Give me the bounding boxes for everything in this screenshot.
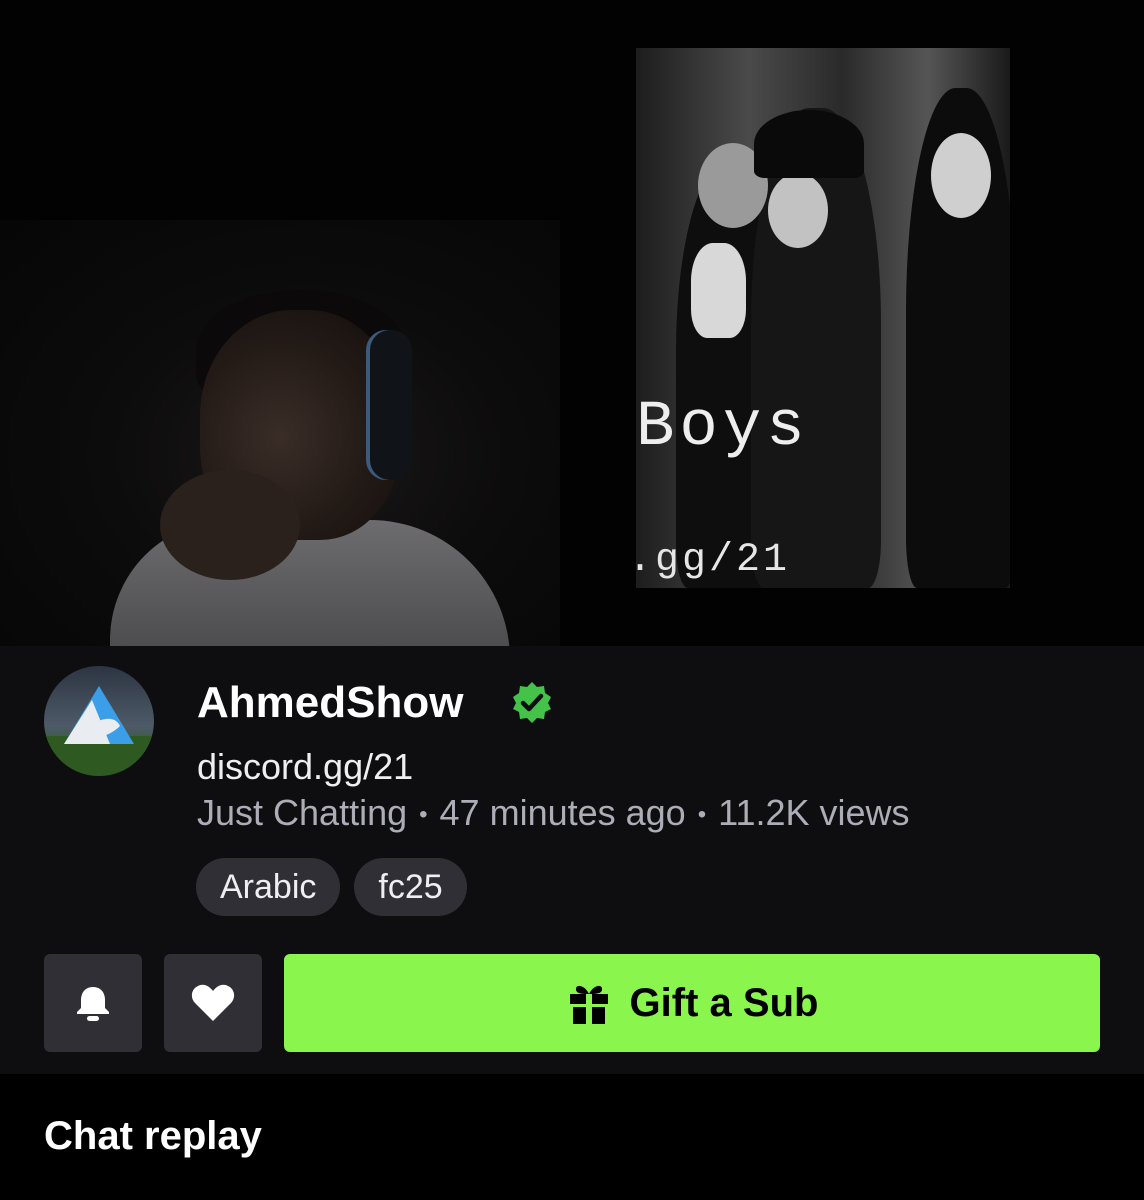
chat-replay-heading: Chat replay <box>44 1114 262 1158</box>
video-player[interactable]: Boys .gg/21 <box>0 0 1144 646</box>
stream-title: discord.gg/21 <box>197 746 414 787</box>
tag-list: Arabic fc25 <box>196 858 467 916</box>
meta-separator: • <box>697 801 707 829</box>
gift-a-sub-button[interactable]: Gift a Sub <box>284 954 1100 1052</box>
view-count: 11.2K views <box>718 792 910 833</box>
channel-avatar[interactable] <box>44 666 154 776</box>
gift-a-sub-label: Gift a Sub <box>629 980 819 1025</box>
tag-arabic[interactable]: Arabic <box>196 858 341 916</box>
channel-name[interactable]: AhmedShow <box>197 678 463 728</box>
stream-metadata: Just Chatting • 47 minutes ago • 11.2K views <box>197 792 910 834</box>
heart-icon <box>191 984 235 1021</box>
stream-time-ago: 47 minutes ago <box>439 792 686 833</box>
category-link[interactable]: Just Chatting <box>197 792 407 833</box>
overlay-link-text: .gg/21 <box>628 538 791 583</box>
channel-logo-icon <box>44 686 154 776</box>
chat-replay-section: Chat replay <box>44 1074 1100 1200</box>
tag-fc25[interactable]: fc25 <box>354 858 467 916</box>
verified-badge-icon <box>510 680 554 724</box>
stream-info-section: AhmedShow discord.gg/21 Just Chatting • 47… <box>0 646 1144 1074</box>
overlay-title-text: Boys <box>636 392 810 464</box>
meta-separator: • <box>419 801 428 829</box>
follow-button[interactable] <box>164 954 262 1052</box>
video-overlay-image <box>636 48 1010 588</box>
notification-bell-button[interactable] <box>44 954 142 1052</box>
gift-icon <box>569 985 608 1024</box>
bell-icon <box>77 987 109 1021</box>
webcam-feed <box>0 220 560 646</box>
